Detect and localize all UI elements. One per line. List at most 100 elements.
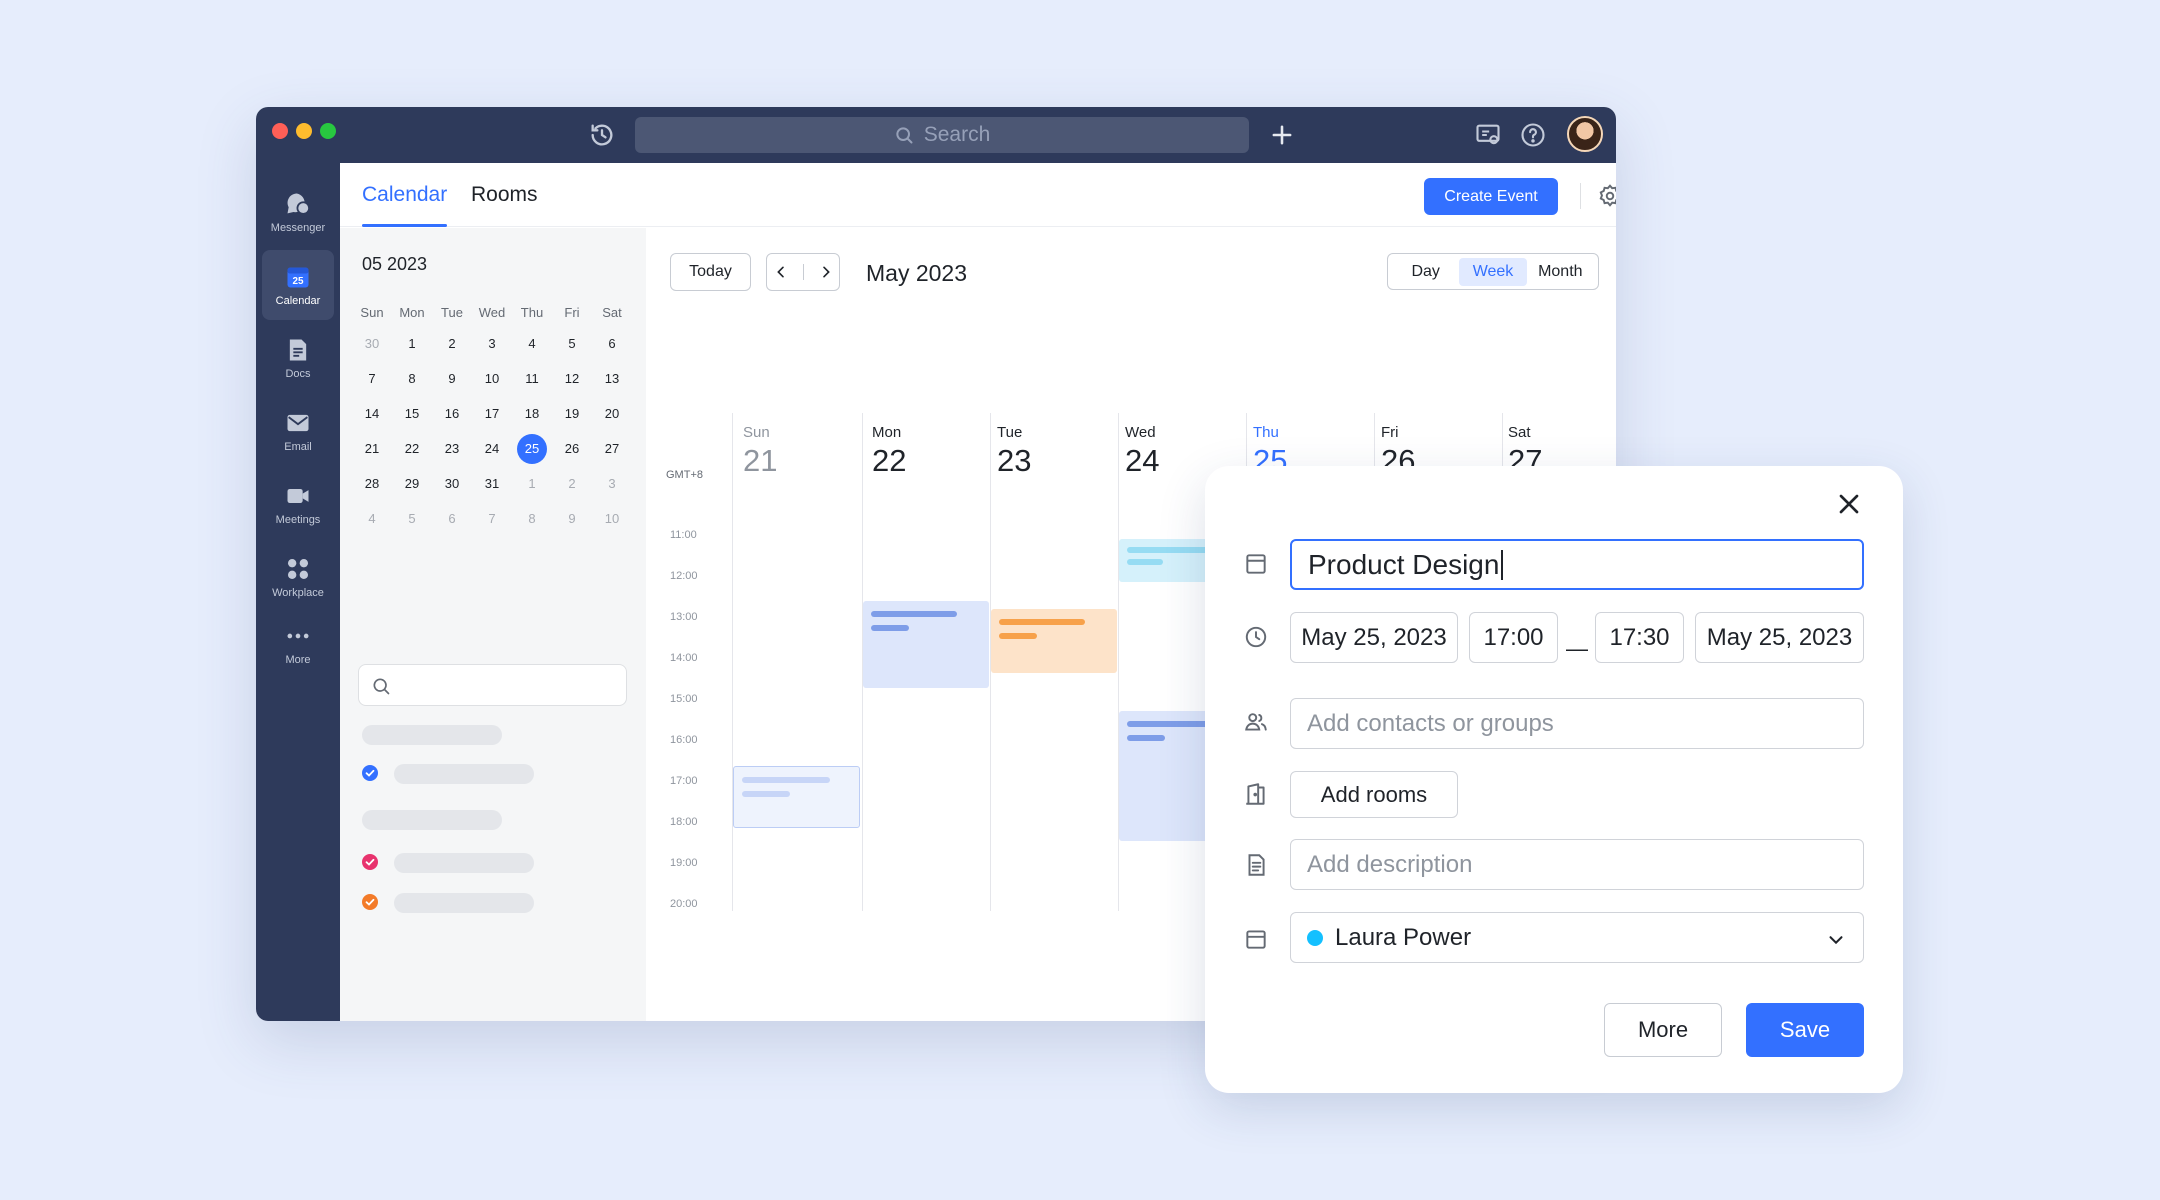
mini-calendar-day[interactable]: 18 [512, 396, 552, 431]
calendar-checkbox-orange[interactable] [362, 894, 378, 910]
day-header-tue[interactable]: Tue 23 [997, 424, 1031, 479]
calendar-checkbox-pink[interactable] [362, 854, 378, 870]
mini-calendar-day[interactable]: 21 [352, 431, 392, 466]
contacts-input[interactable]: Add contacts or groups [1290, 698, 1864, 749]
mini-calendar-day[interactable]: 16 [432, 396, 472, 431]
mini-calendar-day[interactable]: 24 [472, 431, 512, 466]
mini-calendar-day[interactable]: 3 [592, 466, 632, 501]
end-date-field[interactable]: May 25, 2023 [1695, 612, 1864, 663]
rail-item-docs[interactable]: Docs [262, 323, 334, 393]
global-search-input[interactable]: Search [635, 117, 1249, 153]
mini-calendar-day[interactable]: 29 [392, 466, 432, 501]
rail-item-email[interactable]: Email [262, 396, 334, 466]
announcement-icon[interactable] [1474, 121, 1502, 149]
loading-placeholder [394, 764, 534, 784]
save-button[interactable]: Save [1746, 1003, 1864, 1057]
mini-calendar-day[interactable]: 19 [552, 396, 592, 431]
mini-calendar-day[interactable]: 12 [552, 361, 592, 396]
mini-calendar-day[interactable]: 17 [472, 396, 512, 431]
mini-calendar-day[interactable]: 4 [352, 501, 392, 536]
event-block[interactable] [733, 766, 860, 828]
day-header-sun[interactable]: Sun 21 [743, 424, 777, 479]
day-header-mon[interactable]: Mon 22 [872, 424, 906, 479]
chevron-left-icon[interactable] [773, 264, 789, 280]
rail-item-calendar[interactable]: 25 Calendar [262, 250, 334, 320]
help-icon[interactable] [1519, 121, 1547, 149]
maximize-window-button[interactable] [320, 123, 336, 139]
calendar-checkbox-blue[interactable] [362, 765, 378, 781]
mini-calendar-day[interactable]: 31 [472, 466, 512, 501]
loading-placeholder [362, 725, 502, 745]
day-number: 12 [564, 371, 580, 386]
title-bar: Search [256, 107, 1616, 163]
mini-calendar-day[interactable]: 2 [552, 466, 592, 501]
close-icon[interactable] [1833, 488, 1865, 520]
view-month-button[interactable]: Month [1527, 258, 1594, 286]
mini-calendar-day[interactable]: 20 [592, 396, 632, 431]
mini-calendar-day[interactable]: 8 [512, 501, 552, 536]
event-title-input[interactable]: Product Design [1290, 539, 1864, 590]
calendar-owner-select[interactable]: Laura Power [1290, 912, 1864, 963]
view-day-button[interactable]: Day [1392, 258, 1459, 286]
day-number: 5 [568, 336, 576, 351]
view-week-button[interactable]: Week [1459, 257, 1527, 286]
mini-calendar-day[interactable]: 6 [592, 326, 632, 361]
tab-calendar[interactable]: Calendar [362, 163, 448, 227]
mini-calendar-day[interactable]: 8 [392, 361, 432, 396]
event-block[interactable] [863, 601, 989, 688]
day-number: 4 [368, 511, 376, 526]
mini-calendar-day[interactable]: 7 [472, 501, 512, 536]
mini-calendar-day[interactable]: 7 [352, 361, 392, 396]
close-window-button[interactable] [272, 123, 288, 139]
mini-calendar-day[interactable]: 14 [352, 396, 392, 431]
history-icon[interactable] [588, 121, 616, 149]
tab-rooms[interactable]: Rooms [471, 163, 538, 227]
day-number: 6 [448, 511, 456, 526]
mini-calendar-day[interactable]: 1 [512, 466, 552, 501]
rail-item-workplace[interactable]: Workplace [262, 542, 334, 612]
mini-calendar-day[interactable]: 30 [352, 326, 392, 361]
mini-calendar-day[interactable]: 27 [592, 431, 632, 466]
start-date-field[interactable]: May 25, 2023 [1290, 612, 1458, 663]
mini-calendar-day[interactable]: 30 [432, 466, 472, 501]
mini-calendar-day[interactable]: 9 [432, 361, 472, 396]
mini-calendar-day[interactable]: 5 [552, 326, 592, 361]
mini-calendar-day[interactable]: 26 [552, 431, 592, 466]
more-options-button[interactable]: More [1604, 1003, 1722, 1057]
mini-calendar-day[interactable]: 10 [592, 501, 632, 536]
mini-calendar-day[interactable]: 9 [552, 501, 592, 536]
today-button[interactable]: Today [670, 253, 751, 291]
mini-calendar-day[interactable]: 22 [392, 431, 432, 466]
calendar-search-input[interactable] [358, 664, 627, 706]
mini-calendar-day[interactable]: 13 [592, 361, 632, 396]
mini-calendar-day[interactable]: 6 [432, 501, 472, 536]
end-time-field[interactable]: 17:30 [1595, 612, 1684, 663]
chevron-right-icon[interactable] [818, 264, 834, 280]
mini-calendar-day[interactable]: 15 [392, 396, 432, 431]
mini-calendar-day[interactable]: 25 [512, 431, 552, 466]
description-input[interactable]: Add description [1290, 839, 1864, 890]
start-time-field[interactable]: 17:00 [1469, 612, 1558, 663]
mini-calendar-day[interactable]: 28 [352, 466, 392, 501]
mini-calendar-day[interactable]: 1 [392, 326, 432, 361]
event-block[interactable] [991, 609, 1117, 673]
user-avatar[interactable] [1567, 116, 1603, 152]
rail-item-meetings[interactable]: Meetings [262, 469, 334, 539]
day-header-wed[interactable]: Wed 24 [1125, 424, 1159, 479]
mini-calendar-day[interactable]: 3 [472, 326, 512, 361]
minimize-window-button[interactable] [296, 123, 312, 139]
create-event-button[interactable]: Create Event [1424, 178, 1558, 215]
add-rooms-button[interactable]: Add rooms [1290, 771, 1458, 818]
mini-calendar-day[interactable]: 10 [472, 361, 512, 396]
nav-divider [802, 264, 804, 280]
mini-calendar-day[interactable]: 23 [432, 431, 472, 466]
mini-calendar-day[interactable]: 2 [432, 326, 472, 361]
rail-item-messenger[interactable]: Messenger [262, 177, 334, 247]
plus-icon[interactable] [1268, 121, 1296, 149]
rail-item-more[interactable]: More [262, 609, 334, 679]
mini-calendar-day[interactable]: 5 [392, 501, 432, 536]
mini-calendar-day[interactable]: 4 [512, 326, 552, 361]
settings-icon[interactable] [1597, 183, 1616, 209]
mini-calendar-day[interactable]: 11 [512, 361, 552, 396]
day-number: 1 [528, 476, 536, 491]
